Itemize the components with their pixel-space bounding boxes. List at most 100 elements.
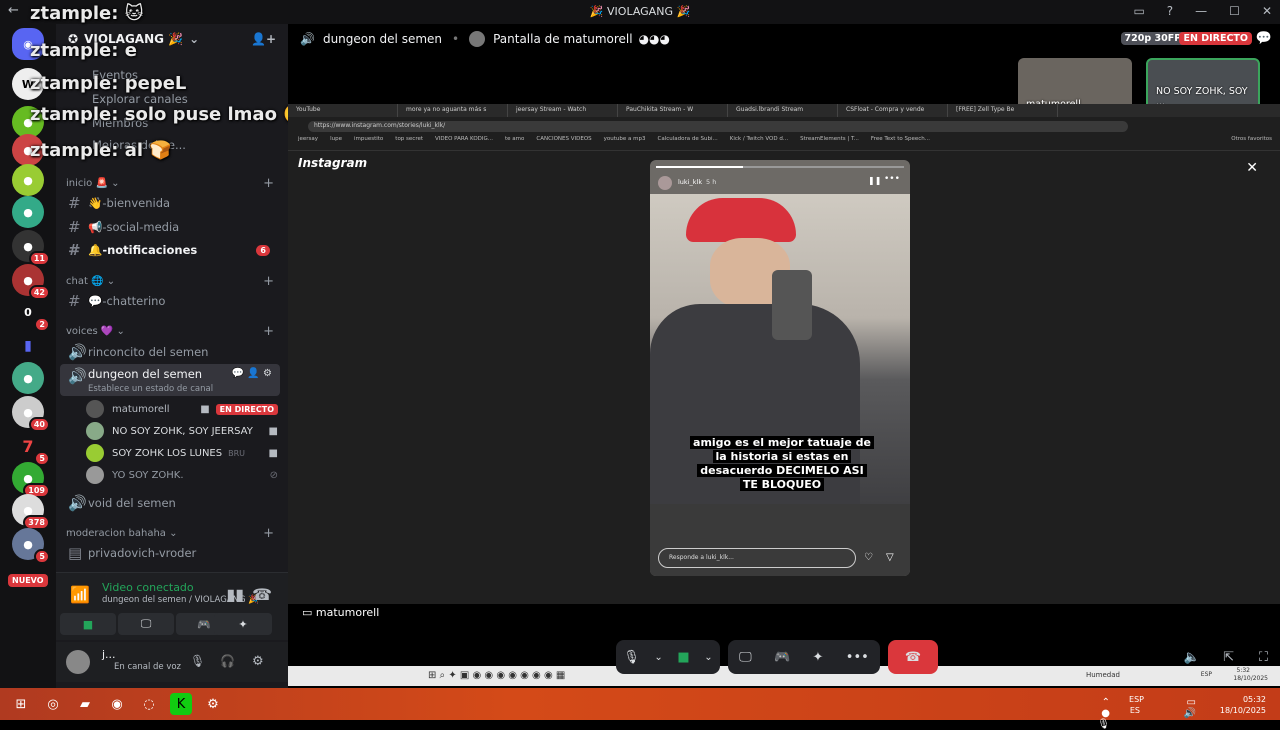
voice-user-name: YO SOY ZOHK.: [112, 469, 184, 481]
more-icon[interactable]: •••: [846, 650, 869, 665]
kick-icon[interactable]: K: [170, 693, 192, 715]
tray-icons[interactable]: ⌃ ● 🎙: [1097, 697, 1110, 730]
close-button[interactable]: ✕: [1262, 4, 1272, 18]
browser-tab: jeersay Stream - Watch: [508, 104, 618, 117]
voice-user-name: SOY ZOHK LOS LUNES: [112, 447, 223, 459]
headphones-icon[interactable]: 🎧: [220, 654, 235, 668]
sparkle-icon[interactable]: ✦: [813, 650, 824, 665]
bookmark: Otros favoritos: [1231, 136, 1272, 142]
server-icon[interactable]: ● 40: [12, 396, 50, 432]
date-label: 18/10/2025: [1233, 675, 1268, 682]
clock-date: 18/10/2025: [1219, 706, 1266, 715]
text-channel-icon: ▤: [68, 544, 83, 562]
channel-status[interactable]: Establece un estado de canal: [88, 384, 213, 394]
mic-icon[interactable]: 🎙: [623, 650, 640, 665]
chat-user: ztample:: [30, 40, 119, 61]
voice-user[interactable]: matumorell ■ EN DIRECTO: [86, 399, 278, 419]
avatar[interactable]: [66, 650, 90, 674]
voice-user-name: matumorell: [112, 403, 170, 415]
start-icon: ⊞ ⌕ ✦ ▣ ◉ ◉ ◉ ◉ ◉ ◉ ◉ ▦: [428, 670, 566, 681]
network-icon[interactable]: ▭ 🔊: [1184, 697, 1196, 719]
category-voices[interactable]: voices 💜 ⌄: [66, 326, 125, 337]
bookmark: te amo: [505, 136, 525, 142]
server-icon[interactable]: ●: [12, 196, 44, 228]
server-icon[interactable]: ● 378: [12, 494, 50, 530]
bookmarks-bar: jeersay lupe impuestito top secret VIDEO…: [288, 136, 1280, 148]
voice-channel-rinconcito[interactable]: 🔊 rinconcito del semen: [60, 341, 280, 363]
shared-screen[interactable]: YouTube more ya no aguanta más s jeersay…: [288, 104, 1280, 686]
hash-icon: #: [68, 292, 81, 310]
server-icon[interactable]: ● 5: [12, 528, 50, 564]
start-icon[interactable]: ⊞: [10, 693, 32, 715]
disconnect-icon[interactable]: ☎: [252, 585, 272, 604]
server-icon[interactable]: ●: [12, 362, 44, 394]
discord-icon[interactable]: ◉: [106, 693, 128, 715]
settings-icon[interactable]: ⚙: [252, 654, 264, 669]
clock-time[interactable]: 05:32: [1243, 694, 1266, 705]
instagram-story: luki_klk 5 h ❚❚ ••• amigo es el mejor ta…: [650, 160, 910, 576]
server-icon[interactable]: ●: [12, 164, 44, 196]
category-inicio[interactable]: inicio 🚨 ⌄: [66, 178, 119, 189]
chat-msg: al: [124, 140, 144, 161]
avatar: [86, 444, 104, 462]
fullscreen-icon[interactable]: ⛶: [1259, 650, 1268, 665]
popout-icon[interactable]: ⇱: [1223, 650, 1234, 665]
channel-actions-icons[interactable]: 💬 👤 ⚙: [232, 368, 272, 379]
voice-user[interactable]: NO SOY ZOHK, SOY JEERSAY ■: [86, 421, 278, 441]
screen-share-icon[interactable]: 🖵: [739, 650, 752, 665]
server-icon[interactable]: ● 109: [12, 462, 50, 498]
category-chat[interactable]: chat 🌐 ⌄: [66, 276, 115, 287]
camera-button[interactable]: ■: [60, 613, 116, 635]
add-channel-icon[interactable]: +: [263, 526, 274, 541]
chevron-down-icon[interactable]: ⌄: [654, 652, 662, 663]
story-time: 5 h: [706, 178, 717, 186]
add-channel-icon[interactable]: +: [263, 324, 274, 339]
leave-call-button[interactable]: ☎: [888, 640, 938, 674]
bookmark: CANCIONES VIDEOS: [536, 136, 592, 142]
voice-status: Video conectado: [102, 581, 194, 594]
add-channel-icon[interactable]: +: [263, 274, 274, 289]
channel-social-media[interactable]: # 📢-social-media: [60, 216, 280, 238]
soundboard-icon[interactable]: ▮▮: [226, 585, 244, 604]
folder-icon[interactable]: ▰: [74, 693, 96, 715]
add-channel-icon[interactable]: +: [263, 176, 274, 191]
maximize-button[interactable]: ☐: [1229, 4, 1240, 18]
minimize-button[interactable]: —: [1195, 4, 1207, 18]
channel-chatterino[interactable]: # 💬-chatterino: [60, 290, 280, 312]
inbox-icon[interactable]: ▭: [1133, 4, 1144, 18]
voice-channel-void[interactable]: 🔊 void del semen: [60, 492, 280, 514]
lang-label[interactable]: ESP: [1129, 694, 1144, 705]
volume-icon[interactable]: 🔈: [1184, 650, 1200, 665]
steam-icon[interactable]: ⚙: [202, 693, 224, 715]
stream-stage: 🔊 dungeon del semen • Pantalla de matumo…: [288, 24, 1280, 688]
category-moderacion[interactable]: moderacion bahaha ⌄: [66, 528, 177, 539]
bookmark: Free Text to Speech...: [870, 136, 930, 142]
screen-share-button[interactable]: 🖵: [118, 613, 174, 635]
gamepad-icon[interactable]: 🎮: [774, 650, 790, 665]
channel-privadovich[interactable]: ▤ privadovich-vroder: [60, 542, 280, 564]
help-icon[interactable]: ?: [1167, 4, 1173, 18]
server-icon[interactable]: 75: [12, 430, 50, 466]
voice-user[interactable]: YO SOY ZOHK. ⊘: [86, 465, 278, 485]
camera-icon[interactable]: ■: [677, 650, 689, 665]
obs-icon[interactable]: ◌: [138, 693, 160, 715]
folder-icon[interactable]: ▮: [12, 330, 44, 362]
chat-bubble-icon[interactable]: 💬: [1256, 31, 1272, 46]
invite-icon[interactable]: 👤+: [251, 32, 276, 46]
channel-notificaciones[interactable]: # 🔔-notificaciones 6: [60, 239, 280, 261]
viewer-avatars[interactable]: ◕◕◕: [639, 32, 670, 46]
mic-icon[interactable]: 🎙: [190, 654, 205, 668]
server-icon[interactable]: 02: [12, 296, 50, 332]
speaker-icon: 🔊: [300, 32, 315, 46]
channel-label: 🔔-notificaciones: [88, 243, 198, 257]
chevron-down-icon[interactable]: ⌄: [704, 652, 712, 663]
server-icon[interactable]: ● 42: [12, 264, 50, 300]
edge-icon[interactable]: ◎: [42, 693, 64, 715]
bookmark: youtube a mp3: [603, 136, 646, 142]
server-icon[interactable]: ● 11: [12, 230, 50, 266]
channel-bienvenida[interactable]: # 👋-bienvenida: [60, 192, 280, 214]
voice-user[interactable]: SOY ZOHK LOS LUNES BRU ■: [86, 443, 278, 463]
hash-icon: #: [68, 218, 81, 236]
soundboard-button[interactable]: ✦: [214, 613, 272, 635]
chat-msg: pepeL: [124, 73, 187, 94]
